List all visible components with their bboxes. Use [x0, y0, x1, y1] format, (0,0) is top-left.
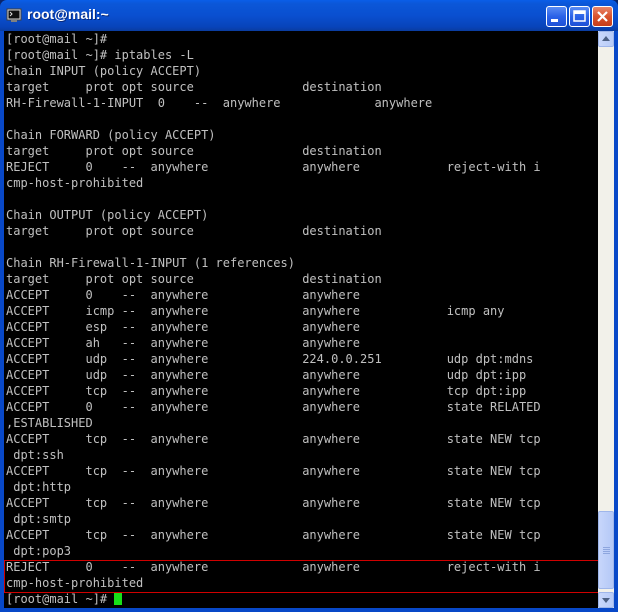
terminal-line: target prot opt source destination [6, 144, 382, 158]
terminal-line: ACCEPT icmp -- anywhere anywhere icmp an… [6, 304, 505, 318]
terminal-line: dpt:pop3 [6, 544, 72, 558]
terminal-window: root@mail:~ [root@mail ~]# [root@mail ~]#… [0, 0, 618, 612]
grip-line [603, 551, 610, 552]
title-bar[interactable]: root@mail:~ [0, 0, 618, 31]
terminal-line: ACCEPT udp -- anywhere anywhere udp dpt:… [6, 368, 527, 382]
window-title: root@mail:~ [27, 6, 109, 22]
grip-line [603, 549, 610, 550]
terminal-line: ACCEPT 0 -- anywhere anywhere state RELA… [6, 400, 541, 414]
terminal-line: Chain OUTPUT (policy ACCEPT) [6, 208, 209, 222]
scroll-down-button[interactable] [598, 592, 614, 608]
terminal-line: ACCEPT tcp -- anywhere anywhere tcp dpt:… [6, 384, 527, 398]
terminal-line: ACCEPT tcp -- anywhere anywhere state NE… [6, 432, 541, 446]
window-frame-bottom [0, 608, 618, 612]
scroll-up-button[interactable] [598, 31, 614, 47]
terminal-line: target prot opt source destination [6, 224, 382, 238]
terminal-line: RH-Firewall-1-INPUT 0 -- anywhere anywhe… [6, 96, 433, 110]
terminal-line: [root@mail ~]# [6, 32, 108, 46]
terminal-line: ACCEPT ah -- anywhere anywhere [6, 336, 361, 350]
maximize-icon [573, 10, 586, 22]
text-cursor [114, 592, 123, 605]
terminal-line: Chain FORWARD (policy ACCEPT) [6, 128, 216, 142]
terminal-line: REJECT 0 -- anywhere anywhere reject-wit… [6, 560, 541, 574]
terminal-line: ACCEPT tcp -- anywhere anywhere state NE… [6, 528, 541, 542]
scroll-thumb[interactable] [598, 511, 614, 589]
arrow-up-icon [602, 36, 610, 41]
terminal-line: cmp-host-prohibited [6, 176, 144, 190]
terminal-line: dpt:smtp [6, 512, 72, 526]
grip-line [603, 547, 610, 548]
terminal-line: ACCEPT 0 -- anywhere anywhere [6, 288, 361, 302]
arrow-down-icon [602, 598, 610, 603]
terminal-line: ACCEPT tcp -- anywhere anywhere state NE… [6, 496, 541, 510]
terminal-line: Chain RH-Firewall-1-INPUT (1 references) [6, 256, 295, 270]
prompt-line[interactable]: [root@mail ~]# [6, 591, 541, 607]
vertical-scrollbar[interactable] [598, 31, 614, 608]
terminal-output[interactable]: [root@mail ~]# [root@mail ~]# iptables -L… [4, 31, 598, 608]
grip-line [603, 553, 610, 554]
terminal-line: ,ESTABLISHED [6, 416, 93, 430]
terminal-line: target prot opt source destination [6, 272, 382, 286]
terminal-line: dpt:ssh [6, 448, 64, 462]
terminal-line: ACCEPT tcp -- anywhere anywhere state NE… [6, 464, 541, 478]
terminal-line: target prot opt source destination [6, 80, 382, 94]
terminal-lines: [root@mail ~]# [root@mail ~]# iptables -L… [6, 31, 541, 607]
prompt-text: [root@mail ~]# [6, 592, 115, 606]
close-button[interactable] [592, 6, 613, 27]
terminal-line: dpt:http [6, 480, 72, 494]
minimize-icon [551, 19, 558, 22]
terminal-line: cmp-host-prohibited [6, 576, 144, 590]
terminal-line: [root@mail ~]# iptables -L [6, 48, 194, 62]
close-icon [597, 11, 608, 22]
terminal-line: ACCEPT esp -- anywhere anywhere [6, 320, 361, 334]
terminal-line: Chain INPUT (policy ACCEPT) [6, 64, 202, 78]
maximize-button[interactable] [569, 6, 590, 27]
terminal-line: REJECT 0 -- anywhere anywhere reject-wit… [6, 160, 541, 174]
window-frame-right [614, 31, 618, 612]
terminal-icon [6, 8, 22, 22]
terminal-line: ACCEPT udp -- anywhere 224.0.0.251 udp d… [6, 352, 534, 366]
minimize-button[interactable] [546, 6, 567, 27]
